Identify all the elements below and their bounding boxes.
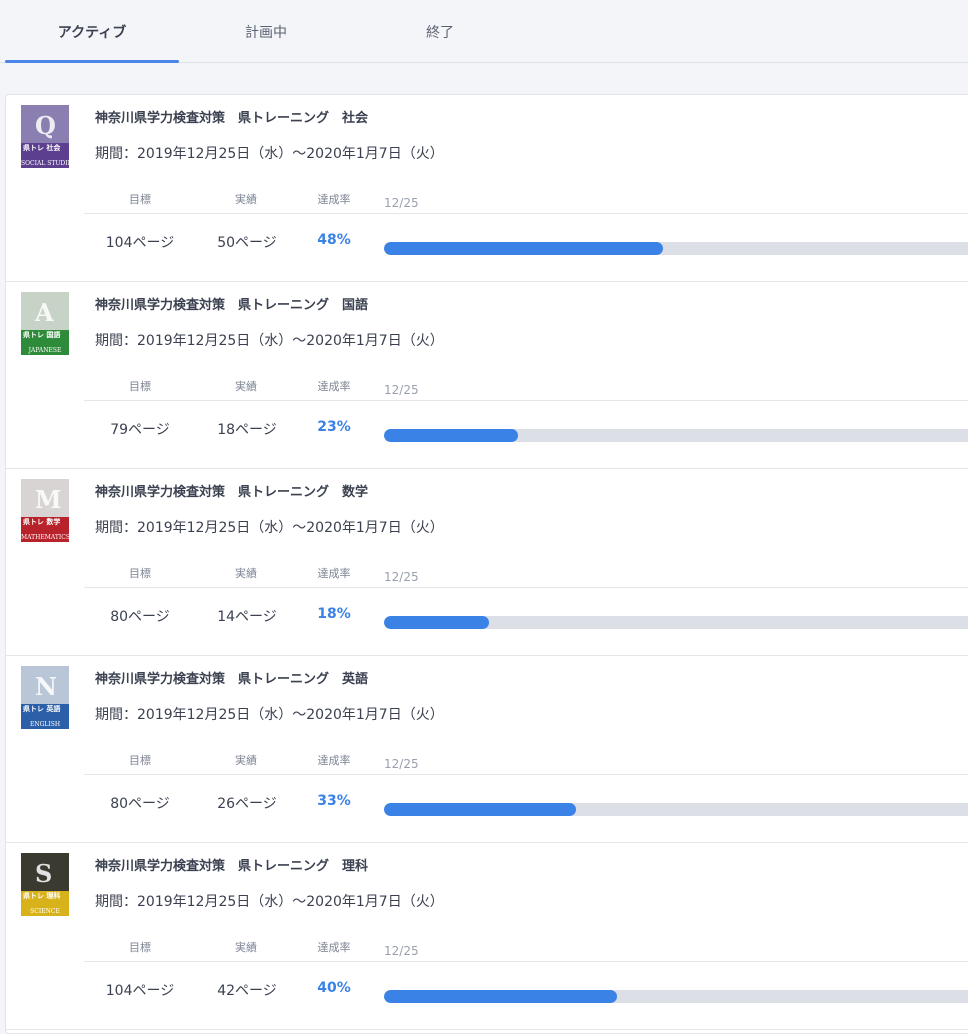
cover-subject-english: ENGLISH bbox=[29, 721, 61, 728]
plan-title[interactable]: 神奈川県学力検査対策 県トレーニング 英語 bbox=[95, 668, 368, 687]
target-value: 80ページ bbox=[110, 609, 170, 625]
target-label: 目標 bbox=[129, 754, 151, 767]
rate-label: 達成率 bbox=[317, 754, 351, 767]
plan-period: 期間：2019年12月25日（水）〜2020年1月7日（火） bbox=[95, 333, 444, 349]
achievement-rate: 48% bbox=[317, 232, 351, 248]
cover-brand: 県トレ 数学 bbox=[23, 518, 61, 526]
cover-letter: S bbox=[35, 859, 53, 888]
plan-title[interactable]: 神奈川県学力検査対策 県トレーニング 数学 bbox=[95, 481, 368, 500]
progress-bar bbox=[384, 616, 968, 629]
progress-bar-fill bbox=[384, 803, 576, 816]
actual-value: 50ページ bbox=[217, 235, 277, 251]
actual-label: 実績 bbox=[235, 380, 257, 393]
divider bbox=[84, 400, 374, 401]
cover-subject-english: SOCIAL STUDIES bbox=[21, 160, 69, 167]
active-tab-indicator bbox=[5, 60, 179, 63]
target-label: 目標 bbox=[129, 941, 151, 954]
divider bbox=[374, 587, 968, 588]
divider bbox=[374, 774, 968, 775]
plan-period: 期間：2019年12月25日（水）〜2020年1月7日（火） bbox=[95, 146, 444, 162]
tab-planning[interactable]: 計画中 bbox=[196, 22, 336, 42]
timeline-start-date: 12/25 bbox=[384, 757, 419, 771]
cover-brand: 県トレ 理科 bbox=[23, 892, 61, 900]
actual-value: 26ページ bbox=[217, 796, 277, 812]
divider bbox=[374, 400, 968, 401]
progress-bar-fill bbox=[384, 616, 489, 629]
target-value: 80ページ bbox=[110, 796, 170, 812]
target-label: 目標 bbox=[129, 380, 151, 393]
tab-finished[interactable]: 終了 bbox=[370, 22, 510, 42]
actual-label: 実績 bbox=[235, 754, 257, 767]
divider bbox=[374, 961, 968, 962]
target-label: 目標 bbox=[129, 193, 151, 206]
actual-value: 42ページ bbox=[217, 983, 277, 999]
book-cover-image: M 県トレ 数学 MATHEMATICS bbox=[21, 479, 69, 542]
divider bbox=[84, 961, 374, 962]
achievement-rate: 18% bbox=[317, 606, 351, 622]
achievement-rate: 23% bbox=[317, 419, 351, 435]
cover-letter: N bbox=[35, 672, 57, 701]
progress-bar bbox=[384, 990, 968, 1003]
timeline-start-date: 12/25 bbox=[384, 196, 419, 210]
cover-letter: A bbox=[35, 298, 54, 327]
divider bbox=[84, 213, 374, 214]
plan-card[interactable]: A 県トレ 国語 JAPANESE 神奈川県学力検査対策 県トレーニング 国語 … bbox=[6, 282, 968, 469]
rate-label: 達成率 bbox=[317, 567, 351, 580]
actual-label: 実績 bbox=[235, 941, 257, 954]
timeline-start-date: 12/25 bbox=[384, 383, 419, 397]
progress-bar bbox=[384, 242, 968, 255]
actual-label: 実績 bbox=[235, 567, 257, 580]
achievement-rate: 33% bbox=[317, 793, 351, 809]
book-cover-image: Q 県トレ 社会 SOCIAL STUDIES bbox=[21, 105, 69, 168]
progress-bar-fill bbox=[384, 429, 518, 442]
achievement-rate: 40% bbox=[317, 980, 351, 996]
progress-bar-fill bbox=[384, 242, 663, 255]
plan-title[interactable]: 神奈川県学力検査対策 県トレーニング 国語 bbox=[95, 294, 368, 313]
progress-bar-fill bbox=[384, 990, 617, 1003]
tab-bar: アクティブ 計画中 終了 bbox=[0, 0, 968, 63]
book-cover-image: A 県トレ 国語 JAPANESE bbox=[21, 292, 69, 355]
actual-value: 18ページ bbox=[217, 422, 277, 438]
cover-brand: 県トレ 国語 bbox=[23, 331, 61, 339]
target-value: 104ページ bbox=[105, 235, 175, 251]
plan-card[interactable]: Q 県トレ 社会 SOCIAL STUDIES 神奈川県学力検査対策 県トレーニ… bbox=[6, 95, 968, 282]
divider bbox=[374, 213, 968, 214]
plan-list: Q 県トレ 社会 SOCIAL STUDIES 神奈川県学力検査対策 県トレーニ… bbox=[5, 94, 968, 1034]
rate-label: 達成率 bbox=[317, 941, 351, 954]
rate-label: 達成率 bbox=[317, 380, 351, 393]
cover-subject-english: JAPANESE bbox=[28, 347, 62, 354]
plan-card[interactable]: M 県トレ 数学 MATHEMATICS 神奈川県学力検査対策 県トレーニング … bbox=[6, 469, 968, 656]
divider bbox=[84, 774, 374, 775]
plan-card[interactable]: N 県トレ 英語 ENGLISH 神奈川県学力検査対策 県トレーニング 英語 期… bbox=[6, 656, 968, 843]
cover-letter: M bbox=[35, 485, 62, 514]
actual-label: 実績 bbox=[235, 193, 257, 206]
cover-subject-english: MATHEMATICS bbox=[21, 534, 69, 541]
book-cover-image: N 県トレ 英語 ENGLISH bbox=[21, 666, 69, 729]
plan-period: 期間：2019年12月25日（水）〜2020年1月7日（火） bbox=[95, 707, 444, 723]
divider bbox=[84, 587, 374, 588]
plan-title[interactable]: 神奈川県学力検査対策 県トレーニング 理科 bbox=[95, 855, 368, 874]
target-value: 79ページ bbox=[110, 422, 170, 438]
cover-subject-english: SCIENCE bbox=[30, 908, 60, 915]
timeline-start-date: 12/25 bbox=[384, 570, 419, 584]
progress-bar bbox=[384, 803, 968, 816]
plan-period: 期間：2019年12月25日（水）〜2020年1月7日（火） bbox=[95, 520, 444, 536]
cover-brand: 県トレ 英語 bbox=[23, 705, 61, 713]
target-value: 104ページ bbox=[105, 983, 175, 999]
plan-period: 期間：2019年12月25日（水）〜2020年1月7日（火） bbox=[95, 894, 444, 910]
progress-bar bbox=[384, 429, 968, 442]
cover-brand: 県トレ 社会 bbox=[23, 144, 61, 152]
cover-letter: Q bbox=[35, 111, 56, 140]
plan-title[interactable]: 神奈川県学力検査対策 県トレーニング 社会 bbox=[95, 107, 368, 126]
timeline-start-date: 12/25 bbox=[384, 944, 419, 958]
target-label: 目標 bbox=[129, 567, 151, 580]
actual-value: 14ページ bbox=[217, 609, 277, 625]
tab-active[interactable]: アクティブ bbox=[5, 22, 179, 42]
book-cover-image: S 県トレ 理科 SCIENCE bbox=[21, 853, 69, 916]
plan-card[interactable]: S 県トレ 理科 SCIENCE 神奈川県学力検査対策 県トレーニング 理科 期… bbox=[6, 843, 968, 1030]
rate-label: 達成率 bbox=[317, 193, 351, 206]
